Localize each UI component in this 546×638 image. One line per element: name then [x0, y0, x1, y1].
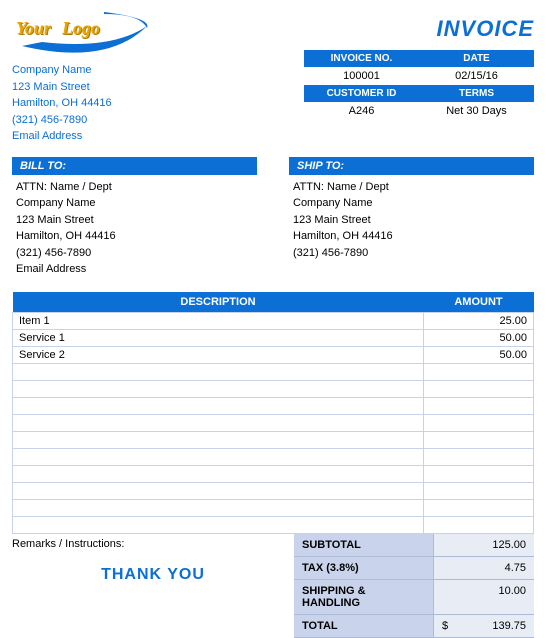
item-desc	[13, 431, 424, 448]
item-amount	[424, 448, 534, 465]
item-desc	[13, 465, 424, 482]
total-value: $ 139.75	[434, 615, 534, 638]
shipping-value: 10.00	[434, 580, 534, 615]
item-desc: Service 2	[13, 346, 424, 363]
table-row	[13, 414, 534, 431]
bill-to-email: Email Address	[16, 261, 257, 278]
item-desc	[13, 516, 424, 533]
item-amount	[424, 482, 534, 499]
thank-you: THANK YOU	[12, 566, 294, 584]
currency-symbol: $	[442, 620, 448, 632]
ship-to-citystate: Hamilton, OH 44416	[293, 228, 534, 245]
ship-to-block: SHIP TO: ATTN: Name / Dept Company Name …	[289, 157, 534, 278]
company-email: Email Address	[12, 128, 162, 145]
company-info: Company Name 123 Main Street Hamilton, O…	[12, 62, 162, 145]
company-name: Company Name	[12, 62, 162, 79]
item-amount	[424, 363, 534, 380]
logo-text-your: Your	[16, 18, 51, 39]
col-amount: AMOUNT	[424, 292, 534, 313]
bill-to-street: 123 Main Street	[16, 212, 257, 229]
totals-block: SUBTOTAL 125.00 TAX (3.8%) 4.75 SHIPPING…	[294, 534, 534, 638]
remarks-label: Remarks / Instructions:	[12, 538, 294, 550]
logo: Your Logo	[12, 8, 162, 56]
item-desc	[13, 499, 424, 516]
subtotal-value: 125.00	[434, 534, 534, 557]
item-amount	[424, 499, 534, 516]
table-row	[13, 397, 534, 414]
page-title: INVOICE	[304, 8, 534, 42]
bill-to-block: BILL TO: ATTN: Name / Dept Company Name …	[12, 157, 257, 278]
date-label: DATE	[419, 50, 534, 67]
table-row	[13, 516, 534, 533]
table-row	[13, 363, 534, 380]
terms-label: TERMS	[419, 85, 534, 102]
item-amount: 50.00	[424, 346, 534, 363]
shipping-label: SHIPPING & HANDLING	[294, 580, 434, 615]
bill-to-citystate: Hamilton, OH 44416	[16, 228, 257, 245]
item-desc	[13, 414, 424, 431]
bill-to-header: BILL TO:	[12, 157, 257, 175]
ship-to-phone: (321) 456-7890	[293, 245, 534, 262]
table-row	[13, 499, 534, 516]
tax-value: 4.75	[434, 557, 534, 580]
invoice-meta: INVOICE NO. DATE 100001 02/15/16 CUSTOME…	[304, 50, 534, 120]
table-row	[13, 482, 534, 499]
company-citystate: Hamilton, OH 44416	[12, 95, 162, 112]
invoice-no-label: INVOICE NO.	[304, 50, 419, 67]
ship-to-attn: ATTN: Name / Dept	[293, 179, 534, 196]
date-value: 02/15/16	[419, 67, 534, 85]
item-amount: 25.00	[424, 312, 534, 329]
col-description: DESCRIPTION	[13, 292, 424, 313]
item-desc: Item 1	[13, 312, 424, 329]
terms-value: Net 30 Days	[419, 102, 534, 120]
item-desc: Service 1	[13, 329, 424, 346]
customer-id-value: A246	[304, 102, 419, 120]
item-desc	[13, 448, 424, 465]
ship-to-street: 123 Main Street	[293, 212, 534, 229]
item-amount: 50.00	[424, 329, 534, 346]
ship-to-name: Company Name	[293, 195, 534, 212]
table-row: Item 125.00	[13, 312, 534, 329]
table-row	[13, 431, 534, 448]
customer-id-label: CUSTOMER ID	[304, 85, 419, 102]
table-row: Service 250.00	[13, 346, 534, 363]
bill-to-phone: (321) 456-7890	[16, 245, 257, 262]
item-desc	[13, 363, 424, 380]
total-label: TOTAL	[294, 615, 434, 638]
item-amount	[424, 516, 534, 533]
item-amount	[424, 431, 534, 448]
table-row	[13, 380, 534, 397]
company-street: 123 Main Street	[12, 79, 162, 96]
item-amount	[424, 465, 534, 482]
item-desc	[13, 482, 424, 499]
table-row	[13, 448, 534, 465]
ship-to-header: SHIP TO:	[289, 157, 534, 175]
bill-to-name: Company Name	[16, 195, 257, 212]
tax-label: TAX (3.8%)	[294, 557, 434, 580]
company-phone: (321) 456-7890	[12, 112, 162, 129]
item-amount	[424, 380, 534, 397]
bill-to-attn: ATTN: Name / Dept	[16, 179, 257, 196]
item-amount	[424, 414, 534, 431]
item-desc	[13, 380, 424, 397]
logo-text-logo: Logo	[62, 18, 100, 39]
total-amount: 139.75	[492, 620, 526, 632]
line-items-table: DESCRIPTION AMOUNT Item 125.00Service 15…	[12, 292, 534, 534]
item-amount	[424, 397, 534, 414]
table-row: Service 150.00	[13, 329, 534, 346]
invoice-no-value: 100001	[304, 67, 419, 85]
table-row	[13, 465, 534, 482]
item-desc	[13, 397, 424, 414]
subtotal-label: SUBTOTAL	[294, 534, 434, 557]
